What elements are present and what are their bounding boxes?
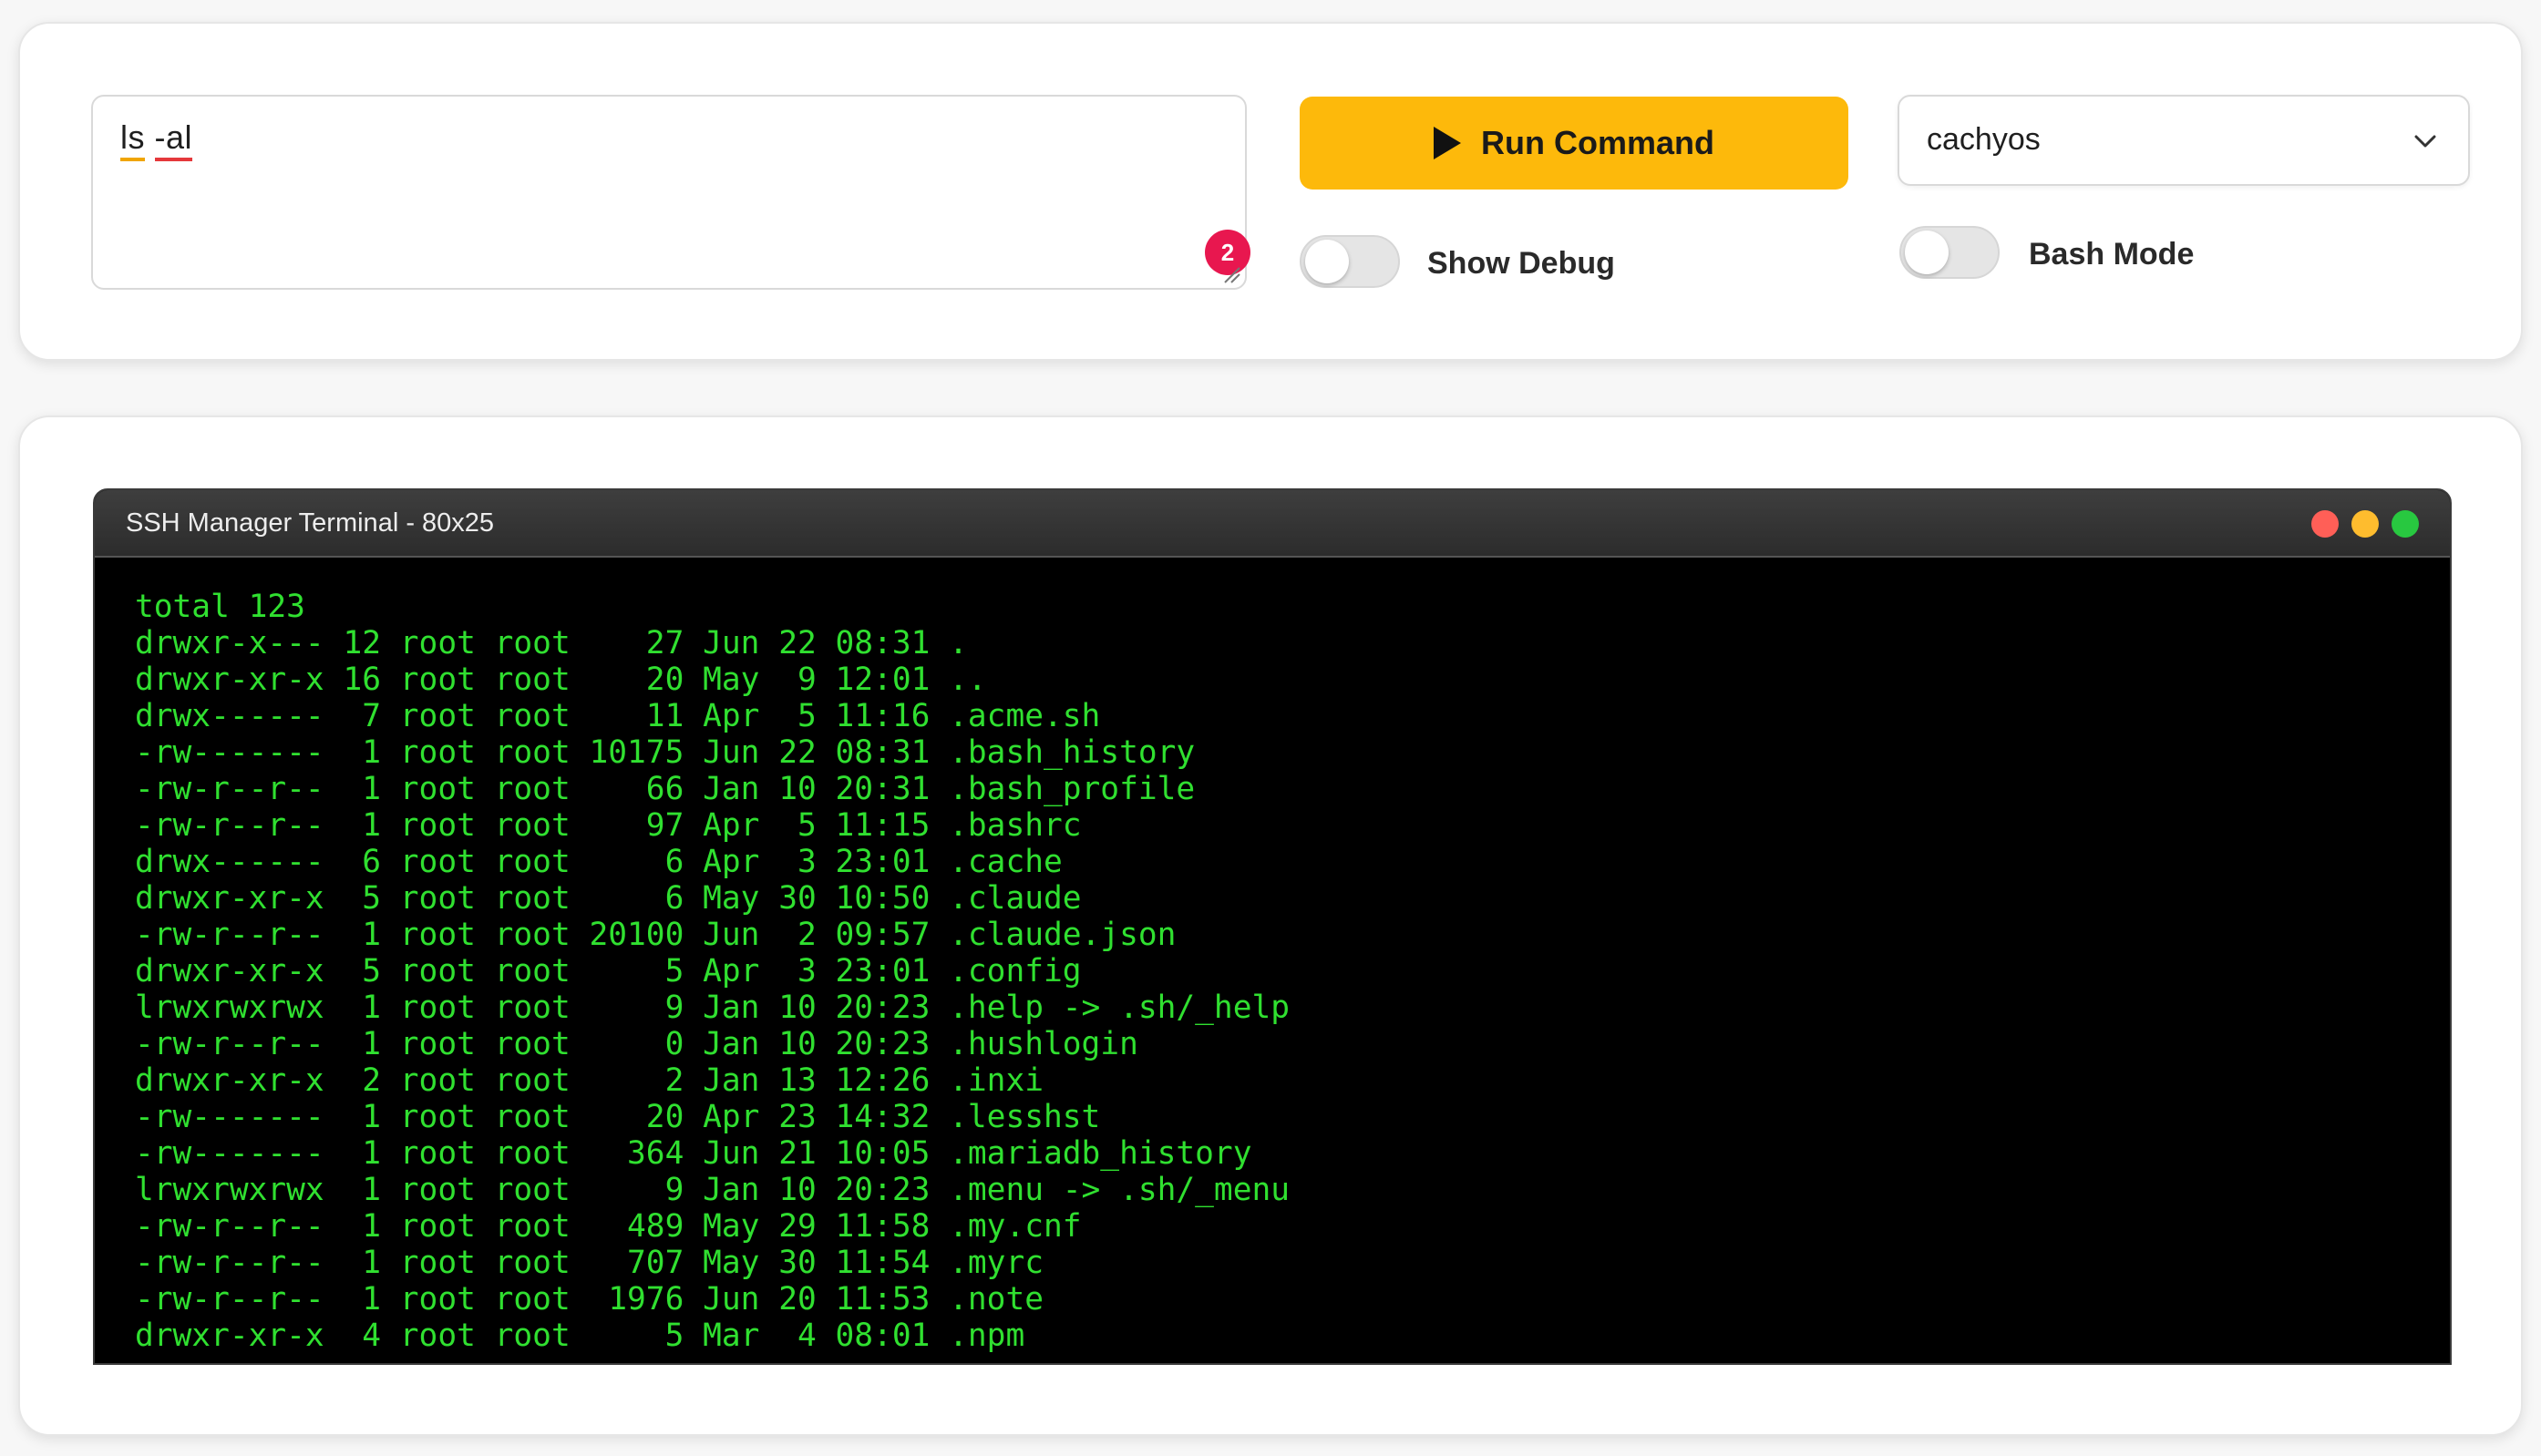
terminal-line: -rw-r--r-- 1 root root 489 May 29 11:58 … — [135, 1208, 1082, 1245]
terminal-line: -rw-r--r-- 1 root root 707 May 30 11:54 … — [135, 1245, 1044, 1281]
terminal-line: lrwxrwxrwx 1 root root 9 Jan 10 20:23 .h… — [135, 989, 1291, 1026]
resize-handle-icon[interactable] — [1221, 264, 1241, 284]
terminal-line: drwxr-xr-x 16 root root 20 May 9 12:01 .… — [135, 661, 987, 698]
terminal-line: -rw-r--r-- 1 root root 97 Apr 5 11:15 .b… — [135, 807, 1082, 844]
terminal-title: SSH Manager Terminal - 80x25 — [126, 508, 495, 538]
run-command-button[interactable]: Run Command — [1300, 97, 1848, 190]
toggle-knob — [1305, 240, 1349, 283]
terminal-output-lines: total 123 drwxr-x--- 12 root root 27 Jun … — [135, 589, 1290, 1354]
terminal-line: drwxr-xr-x 5 root root 6 May 30 10:50 .c… — [135, 880, 1082, 917]
host-select[interactable]: cachyos — [1898, 95, 2470, 186]
show-debug-label: Show Debug — [1427, 246, 1615, 281]
run-command-label: Run Command — [1481, 124, 1714, 161]
close-window-icon[interactable] — [2311, 510, 2339, 538]
minimize-window-icon[interactable] — [2351, 510, 2379, 538]
terminal-window: SSH Manager Terminal - 80x25 total 123 dr… — [93, 488, 2452, 1365]
terminal-line: drwxr-x--- 12 root root 27 Jun 22 08:31 … — [135, 625, 968, 661]
command-word-ls: ls — [120, 118, 145, 161]
command-controls-panel: ls -al 2 Run Command cachyos Show Debug … — [18, 22, 2523, 361]
toggle-knob — [1905, 231, 1949, 274]
terminal-line: -rw------- 1 root root 10175 Jun 22 08:3… — [135, 734, 1196, 771]
terminal-line: -rw------- 1 root root 20 Apr 23 14:32 .… — [135, 1099, 1101, 1135]
command-input[interactable]: ls -al 2 — [91, 95, 1250, 290]
terminal-output[interactable]: total 123 drwxr-x--- 12 root root 27 Jun … — [95, 558, 2450, 1363]
terminal-line: -rw-r--r-- 1 root root 66 Jan 10 20:31 .… — [135, 771, 1196, 807]
terminal-line: drwxr-xr-x 4 root root 5 Mar 4 08:01 .np… — [135, 1318, 1025, 1354]
bash-mode-toggle[interactable] — [1899, 226, 2000, 279]
terminal-line: -rw-r--r-- 1 root root 1976 Jun 20 11:53… — [135, 1281, 1044, 1318]
terminal-line: -rw-r--r-- 1 root root 20100 Jun 2 09:57… — [135, 917, 1177, 953]
play-icon — [1434, 127, 1461, 159]
host-select-value: cachyos — [1927, 122, 2041, 157]
bash-mode-label: Bash Mode — [2029, 237, 2195, 272]
show-debug-toggle[interactable] — [1300, 235, 1400, 288]
terminal-line: lrwxrwxrwx 1 root root 9 Jan 10 20:23 .m… — [135, 1172, 1291, 1208]
maximize-window-icon[interactable] — [2392, 510, 2419, 538]
terminal-line: drwx------ 7 root root 11 Apr 5 11:16 .a… — [135, 698, 1101, 734]
terminal-line: drwxr-xr-x 2 root root 2 Jan 13 12:26 .i… — [135, 1062, 1044, 1099]
terminal-line: drwxr-xr-x 5 root root 5 Apr 3 23:01 .co… — [135, 953, 1082, 989]
command-input-value[interactable]: ls -al — [120, 118, 193, 161]
chevron-down-icon — [2414, 135, 2436, 148]
command-word-flags: -al — [154, 118, 193, 161]
terminal-line: -rw------- 1 root root 364 Jun 21 10:05 … — [135, 1135, 1252, 1172]
terminal-line: -rw-r--r-- 1 root root 0 Jan 10 20:23 .h… — [135, 1026, 1138, 1062]
terminal-titlebar: SSH Manager Terminal - 80x25 — [95, 490, 2450, 558]
terminal-line: drwx------ 6 root root 6 Apr 3 23:01 .ca… — [135, 844, 1063, 880]
terminal-line: total 123 — [135, 589, 305, 625]
terminal-panel: SSH Manager Terminal - 80x25 total 123 dr… — [18, 415, 2523, 1436]
